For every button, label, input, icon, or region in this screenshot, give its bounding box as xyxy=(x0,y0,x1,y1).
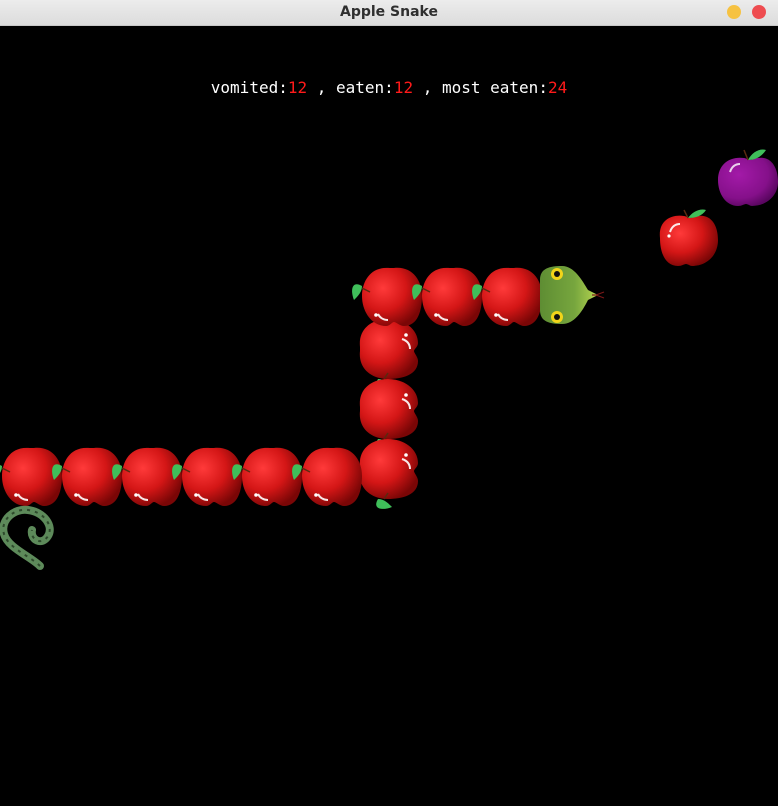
snake-segment xyxy=(171,446,243,507)
snake-segment xyxy=(231,446,303,507)
snake-segment xyxy=(51,446,123,507)
game-board[interactable] xyxy=(0,0,778,806)
snake-segment xyxy=(358,318,419,390)
snake-segment xyxy=(358,438,419,510)
snake-segment xyxy=(291,446,363,507)
snake-segment xyxy=(471,266,543,327)
snake-segment xyxy=(351,266,423,327)
worm-icon xyxy=(0,505,54,570)
snake-head-icon xyxy=(540,266,605,324)
snake-body xyxy=(0,266,543,510)
snake-segment xyxy=(111,446,183,507)
food-plum-icon xyxy=(718,149,778,206)
snake-segment xyxy=(0,446,64,507)
snake-segment xyxy=(358,378,419,450)
snake-segment xyxy=(411,266,483,327)
food-apple-icon xyxy=(659,209,718,266)
